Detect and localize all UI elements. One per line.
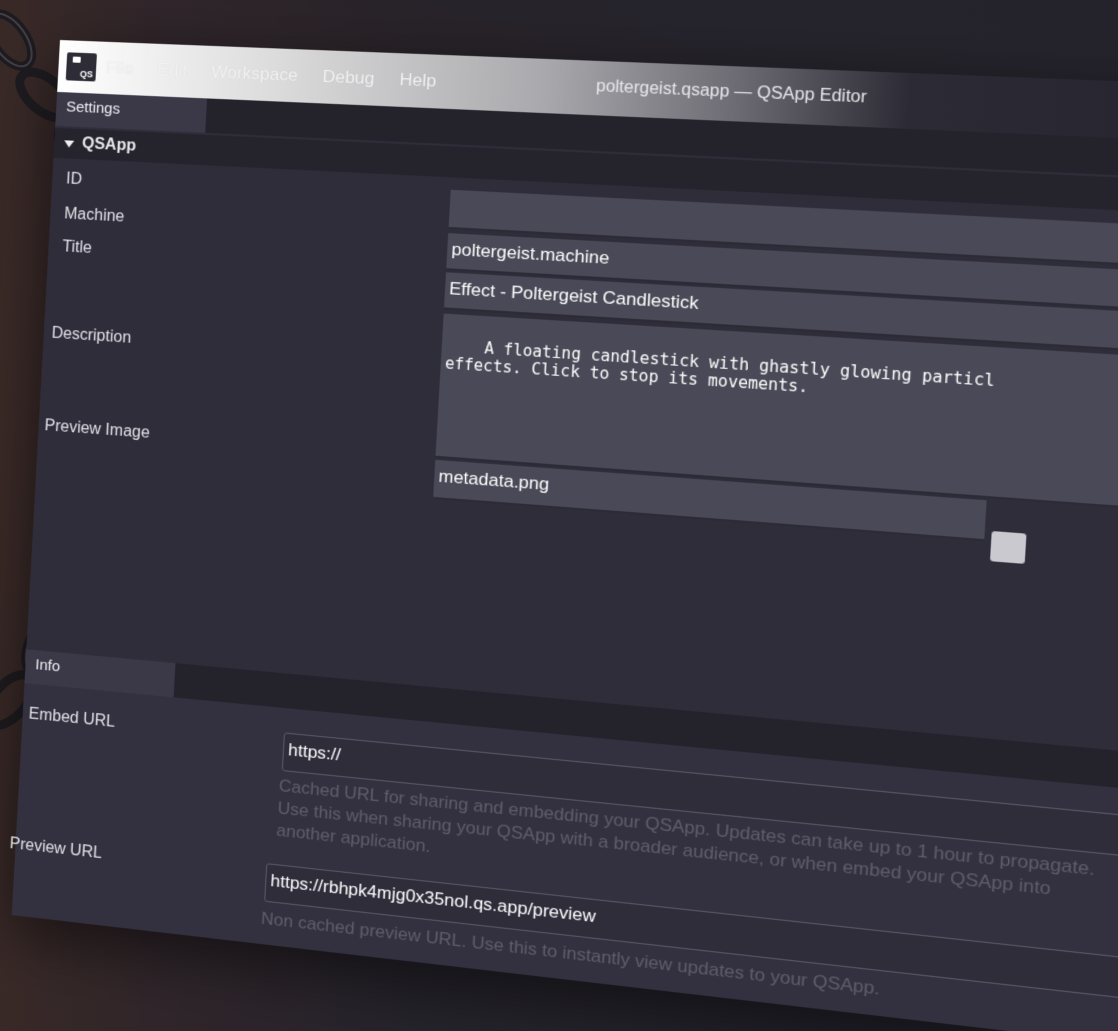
menu-edit[interactable]: Edit — [157, 60, 188, 81]
title-label: Title — [61, 238, 93, 257]
preview-image-label: Preview Image — [44, 417, 151, 442]
menu-workspace[interactable]: Workspace — [211, 62, 299, 86]
menu-file[interactable]: File — [106, 58, 134, 79]
menu-help[interactable]: Help — [399, 70, 437, 92]
group-label: QSApp — [81, 135, 137, 155]
window-title: poltergeist.qsapp — QSApp Editor — [595, 77, 868, 107]
editor-window: QS File Edit Workspace Debug Help polter… — [9, 40, 1118, 1031]
description-label: Description — [51, 324, 132, 347]
collapse-triangle-icon — [63, 139, 75, 148]
menu-debug[interactable]: Debug — [322, 67, 375, 90]
id-label: ID — [65, 170, 83, 189]
app-logo-icon[interactable]: QS — [65, 52, 97, 82]
browse-image-button[interactable] — [989, 531, 1027, 564]
machine-label: Machine — [63, 205, 125, 226]
tab-settings[interactable]: Settings — [55, 91, 208, 133]
